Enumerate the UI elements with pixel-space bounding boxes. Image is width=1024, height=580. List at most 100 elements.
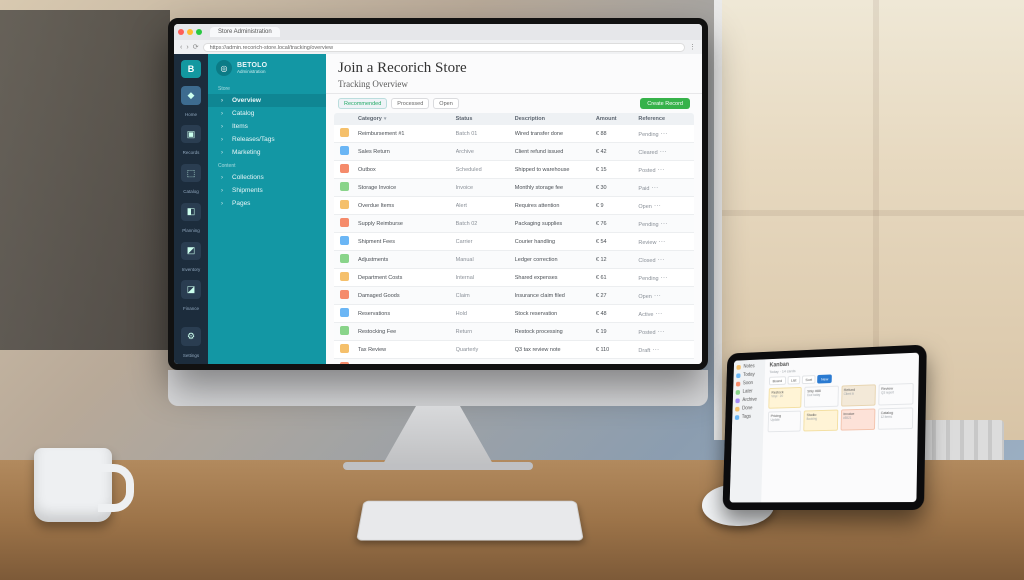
table-row[interactable]: Tax ReviewQuarterlyQ3 tax review note€ 1… (334, 341, 694, 359)
tablet-card[interactable]: StudioBooking (803, 410, 837, 432)
table-row[interactable]: Supply ReimburseBatch 02Packaging suppli… (334, 215, 694, 233)
row-more-icon[interactable]: ⋯ (656, 167, 669, 174)
table-row[interactable]: Reimbursement #1Batch 01Wired transfer d… (334, 125, 694, 143)
rail-settings-icon[interactable]: ⚙ (181, 327, 201, 345)
tablet-view-board[interactable]: Board (769, 376, 786, 385)
maximize-icon[interactable] (196, 29, 202, 35)
tablet-card[interactable]: RefundClient A (841, 384, 876, 406)
sidebar-item-shipments[interactable]: › Shipments (208, 184, 326, 197)
row-more-icon[interactable]: ⋯ (659, 275, 672, 282)
tablet-view-list[interactable]: List (787, 376, 800, 385)
row-more-icon[interactable]: ⋯ (652, 293, 665, 300)
tablet-card[interactable]: Ship #88Due today (804, 386, 838, 408)
row-more-icon[interactable]: ⋯ (656, 257, 669, 264)
table-row[interactable]: OutboxScheduledShipped to warehouse€ 15P… (334, 161, 694, 179)
cell-amount: € 19 (596, 329, 635, 335)
col-status[interactable]: Status (456, 116, 511, 122)
browser-window: Store Administration ‹ › ⟳ https://admin… (174, 24, 702, 364)
table-row[interactable]: Shipment FeesCarrierCourier handling€ 54… (334, 233, 694, 251)
tablet-sidebar: Notes Today SoonLater Archive Done Tags (730, 359, 766, 502)
sidebar-item-label: Marketing (232, 149, 261, 156)
tablet-side-item[interactable]: Done (735, 405, 761, 411)
brand-icon[interactable]: B (181, 60, 201, 78)
chevron-right-icon: › (218, 188, 226, 194)
cell-reference: Open ⋯ (638, 202, 688, 210)
row-more-icon[interactable]: ⋯ (658, 149, 671, 156)
col-amount[interactable]: Amount (596, 116, 635, 122)
row-type-icon (340, 290, 349, 299)
cell-description: Packaging supplies (515, 221, 592, 227)
tablet-card[interactable]: Catalog12 items (878, 407, 914, 429)
sidebar-item-label: Pages (232, 200, 250, 207)
table-row[interactable]: AdjustmentsManualLedger correction€ 12Cl… (334, 251, 694, 269)
menu-icon[interactable]: ⋮ (689, 43, 696, 51)
row-more-icon[interactable]: ⋯ (659, 131, 672, 138)
row-more-icon[interactable]: ⋯ (659, 221, 672, 228)
tablet-side-item[interactable]: Soon (736, 380, 762, 387)
forward-icon[interactable]: › (186, 44, 188, 51)
sidebar-item-pages[interactable]: › Pages (208, 197, 326, 210)
rail-item-4[interactable]: ◩ (181, 242, 201, 260)
sidebar-item-releases[interactable]: › Releases/Tags (208, 133, 326, 146)
tablet-card[interactable]: PricingUpdate (768, 411, 802, 433)
cell-status: Invoice (456, 185, 511, 191)
row-type-icon (340, 308, 349, 317)
tablet-side-label: Today (743, 372, 755, 378)
row-more-icon[interactable]: ⋯ (656, 239, 669, 246)
col-category[interactable]: Category▾ (358, 116, 452, 122)
sidebar-item-catalog[interactable]: › Catalog (208, 107, 326, 120)
minimize-icon[interactable] (187, 29, 193, 35)
table-row[interactable]: Storage InvoiceInvoiceMonthly storage fe… (334, 179, 694, 197)
sidebar-group-2: Content (208, 159, 326, 171)
row-type-icon (340, 200, 349, 209)
tablet-card[interactable]: RestockVinyl · 20 (768, 387, 802, 409)
table-row[interactable]: Department CostsInternalShared expenses€… (334, 269, 694, 287)
table-row[interactable]: Overdue ItemsAlertRequires attention€ 9O… (334, 197, 694, 215)
tablet-side-item[interactable]: Tags (735, 414, 761, 420)
row-more-icon[interactable]: ⋯ (656, 329, 669, 336)
row-more-icon[interactable]: ⋯ (649, 185, 662, 192)
address-bar[interactable]: https://admin.recorich-store.local/track… (203, 43, 685, 52)
window-controls[interactable] (178, 29, 202, 35)
table-row[interactable]: Damaged GoodsClaimInsurance claim filed€… (334, 287, 694, 305)
rail-item-5[interactable]: ◪ (181, 280, 201, 298)
tablet-sort[interactable]: Sort (802, 375, 816, 384)
rail-item-0[interactable]: ◆ (181, 86, 201, 104)
table-row[interactable]: Sales ReturnArchiveClient refund issued€… (334, 143, 694, 161)
row-more-icon[interactable]: ⋯ (650, 347, 663, 354)
table-row[interactable]: ReservationsHoldStock reservation€ 48Act… (334, 305, 694, 323)
tablet-side-item[interactable]: Notes (736, 363, 762, 370)
close-icon[interactable] (178, 29, 184, 35)
filter-open[interactable]: Open (433, 98, 458, 109)
sidebar-item-collections[interactable]: › Collections (208, 171, 326, 184)
tablet-side-item[interactable]: Today (736, 372, 762, 379)
rail-item-3[interactable]: ◧ (181, 203, 201, 221)
row-more-icon[interactable]: ⋯ (652, 203, 665, 210)
row-more-icon[interactable]: ⋯ (653, 311, 666, 318)
cell-category: Adjustments (358, 257, 452, 263)
create-record-button[interactable]: Create Record (640, 98, 690, 109)
tablet-card[interactable]: Invoice#5521 (840, 409, 875, 431)
tablet-card-grid: RestockVinyl · 20Ship #88Due todayRefund… (768, 383, 914, 432)
tablet-card[interactable]: ReviewQ3 report (878, 383, 914, 406)
tablet-side-item[interactable]: Later (736, 388, 762, 394)
col-reference[interactable]: Reference (638, 116, 688, 122)
rail-item-1[interactable]: ▣ (181, 125, 201, 143)
cell-description: Restock processing (515, 329, 592, 335)
col-description[interactable]: Description (515, 116, 592, 122)
chevron-right-icon: › (218, 137, 226, 143)
sidebar-item-items[interactable]: › Items (208, 120, 326, 133)
back-icon[interactable]: ‹ (180, 44, 182, 51)
filter-processed[interactable]: Processed (391, 98, 429, 109)
cell-reference: Review ⋯ (638, 238, 688, 246)
table-row[interactable]: Restocking FeeReturnRestock processing€ … (334, 323, 694, 341)
table-row[interactable]: DistributionPartnerChannel distribution€… (334, 359, 694, 364)
filter-recommended[interactable]: Recommended (338, 98, 387, 109)
sidebar-item-overview[interactable]: › Overview (208, 94, 326, 107)
sidebar-item-marketing[interactable]: › Marketing (208, 146, 326, 159)
tablet-new-button[interactable]: New (817, 374, 832, 383)
browser-tab[interactable]: Store Administration (210, 27, 280, 37)
tablet-side-item[interactable]: Archive (735, 397, 761, 403)
rail-item-2[interactable]: ⬚ (181, 164, 201, 182)
reload-icon[interactable]: ⟳ (193, 43, 199, 51)
